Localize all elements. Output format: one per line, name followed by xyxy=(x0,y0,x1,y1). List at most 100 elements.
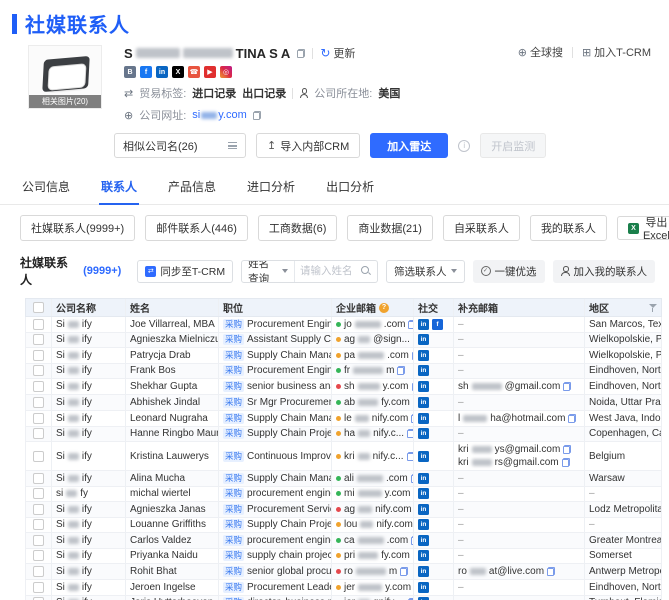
copy-icon[interactable] xyxy=(400,567,409,576)
linkedin-icon[interactable]: in xyxy=(418,550,429,562)
linkedin-icon[interactable]: in xyxy=(418,318,429,330)
linkedin-icon[interactable]: in xyxy=(418,472,429,484)
filter-funnel-icon[interactable] xyxy=(648,303,657,312)
copy-icon[interactable] xyxy=(561,458,570,467)
row-checkbox[interactable] xyxy=(33,365,44,377)
linkedin-icon[interactable]: in xyxy=(418,488,429,500)
row-checkbox[interactable] xyxy=(33,534,44,546)
row-checkbox[interactable] xyxy=(33,428,44,440)
title-cell: 采购Procurement Engineer xyxy=(219,363,332,378)
add-my-contacts-button[interactable]: 加入我的联系人 xyxy=(552,259,655,283)
row-checkbox[interactable] xyxy=(33,318,44,330)
row-checkbox[interactable] xyxy=(33,503,44,515)
row-checkbox[interactable] xyxy=(33,581,44,593)
copy-icon[interactable] xyxy=(297,48,306,58)
linkedin-icon[interactable]: in xyxy=(418,396,429,408)
row-checkbox[interactable] xyxy=(33,550,44,562)
copy-icon[interactable] xyxy=(563,382,572,391)
linkedin-icon[interactable]: in xyxy=(156,66,168,78)
name-search-input[interactable] xyxy=(295,265,361,277)
copy-icon[interactable] xyxy=(563,445,572,454)
row-checkbox[interactable] xyxy=(33,519,44,531)
facebook-icon[interactable]: f xyxy=(432,318,443,330)
trade-tag-import[interactable]: 进口记录 xyxy=(192,85,236,101)
search-icon[interactable] xyxy=(361,266,371,276)
start-monitor-button[interactable]: 开启监测 xyxy=(480,133,547,158)
similar-companies-select[interactable]: 相似公司名(26) xyxy=(114,133,246,158)
company-cell: Si ify xyxy=(52,471,126,486)
start-monitor-label: 开启监测 xyxy=(491,140,536,153)
row-checkbox[interactable] xyxy=(33,488,44,500)
company-suffix: ify xyxy=(81,365,92,377)
name-query-dropdown[interactable]: 姓名查询 xyxy=(242,260,295,282)
join-tcrm-link[interactable]: ⊞ 加入T-CRM xyxy=(582,44,651,60)
instagram-icon[interactable]: ◎ xyxy=(220,66,232,78)
youtube-icon[interactable]: ▶ xyxy=(204,66,216,78)
redacted-text xyxy=(67,383,79,390)
row-checkbox[interactable] xyxy=(33,349,44,361)
company-photo[interactable]: 相关图片(20) xyxy=(28,45,102,109)
divider xyxy=(312,47,314,59)
import-crm-button[interactable]: ↥ 导入内部CRM xyxy=(256,133,361,158)
phone-icon[interactable]: ☎ xyxy=(188,66,200,78)
linkedin-icon[interactable]: in xyxy=(418,349,429,361)
tab-4[interactable]: 进口分析 xyxy=(245,171,297,204)
linkedin-icon[interactable]: in xyxy=(418,534,429,546)
copy-icon[interactable] xyxy=(252,110,261,120)
region-cell: Antwerp Metropolit... xyxy=(585,564,661,579)
copy-icon[interactable] xyxy=(547,567,556,576)
tab-1[interactable]: 公司信息 xyxy=(20,171,72,204)
trade-tag-export[interactable]: 出口记录 xyxy=(242,85,286,101)
tab-2[interactable]: 联系人 xyxy=(99,171,140,205)
extra-email-cell: – xyxy=(454,317,585,332)
row-checkbox[interactable] xyxy=(33,412,44,424)
sync-tcrm-button[interactable]: ⇄ 同步至T-CRM xyxy=(137,259,234,283)
facebook-icon[interactable]: f xyxy=(140,66,152,78)
select-all-checkbox[interactable] xyxy=(33,302,44,313)
tab-3[interactable]: 产品信息 xyxy=(166,171,218,204)
optimize-icon: ✓ xyxy=(480,266,491,276)
linkedin-icon[interactable]: in xyxy=(418,450,429,462)
website-link[interactable]: si y.com xyxy=(192,109,246,121)
add-radar-button[interactable]: 加入雷达 xyxy=(370,133,449,158)
subtab-5[interactable]: 自采联系人 xyxy=(442,215,520,241)
linkedin-icon[interactable]: in xyxy=(418,581,429,593)
filter-contacts-button[interactable]: 筛选联系人 xyxy=(386,259,465,283)
subtab-6[interactable]: 我的联系人 xyxy=(529,215,607,241)
row-checkbox[interactable] xyxy=(33,396,44,408)
linkedin-icon[interactable]: in xyxy=(418,566,429,577)
tab-5[interactable]: 出口分析 xyxy=(324,171,376,204)
subtab-2[interactable]: 邮件联系人(446) xyxy=(145,215,248,241)
linkedin-icon[interactable]: in xyxy=(418,519,429,531)
linkedin-icon[interactable]: in xyxy=(418,381,429,392)
copy-icon[interactable] xyxy=(406,451,413,461)
row-checkbox[interactable] xyxy=(33,566,44,577)
linkedin-icon[interactable]: in xyxy=(418,503,429,515)
linkedin-icon[interactable]: in xyxy=(418,334,429,346)
subtab-3[interactable]: 工商数据(6) xyxy=(257,215,338,241)
subtab-4[interactable]: 商业数据(21) xyxy=(347,215,433,241)
x-icon[interactable]: X xyxy=(172,66,184,78)
row-checkbox[interactable] xyxy=(33,472,44,484)
blog-icon[interactable]: B xyxy=(124,66,136,78)
contacts-toolbar: 社媒联系人 (9999+) ⇄ 同步至T-CRM 姓名查询 筛选联系人 ✓ 一键… xyxy=(20,254,655,288)
global-search-link[interactable]: ⊕ 全球搜 xyxy=(518,44,563,60)
header-cell: 社交 xyxy=(414,299,454,316)
row-checkbox-cell xyxy=(26,502,52,517)
copy-icon[interactable] xyxy=(407,429,413,439)
copy-icon[interactable] xyxy=(397,366,406,376)
row-checkbox[interactable] xyxy=(33,381,44,392)
row-checkbox[interactable] xyxy=(33,334,44,346)
export-excel-button[interactable]: X 导出 Excel xyxy=(616,216,669,242)
linkedin-icon[interactable]: in xyxy=(418,365,429,377)
linkedin-icon[interactable]: in xyxy=(418,428,429,440)
row-checkbox[interactable] xyxy=(33,450,44,462)
subtab-1[interactable]: 社媒联系人(9999+) xyxy=(20,215,136,241)
linkedin-icon[interactable]: in xyxy=(418,412,429,424)
copy-icon[interactable] xyxy=(568,413,577,423)
info-icon[interactable]: i xyxy=(458,139,471,152)
refresh-button[interactable]: ↻ 更新 xyxy=(320,45,355,61)
email-status-dot xyxy=(336,491,341,497)
one-click-optimize-button[interactable]: ✓ 一键优选 xyxy=(472,259,545,283)
help-icon[interactable]: ? xyxy=(379,302,389,313)
